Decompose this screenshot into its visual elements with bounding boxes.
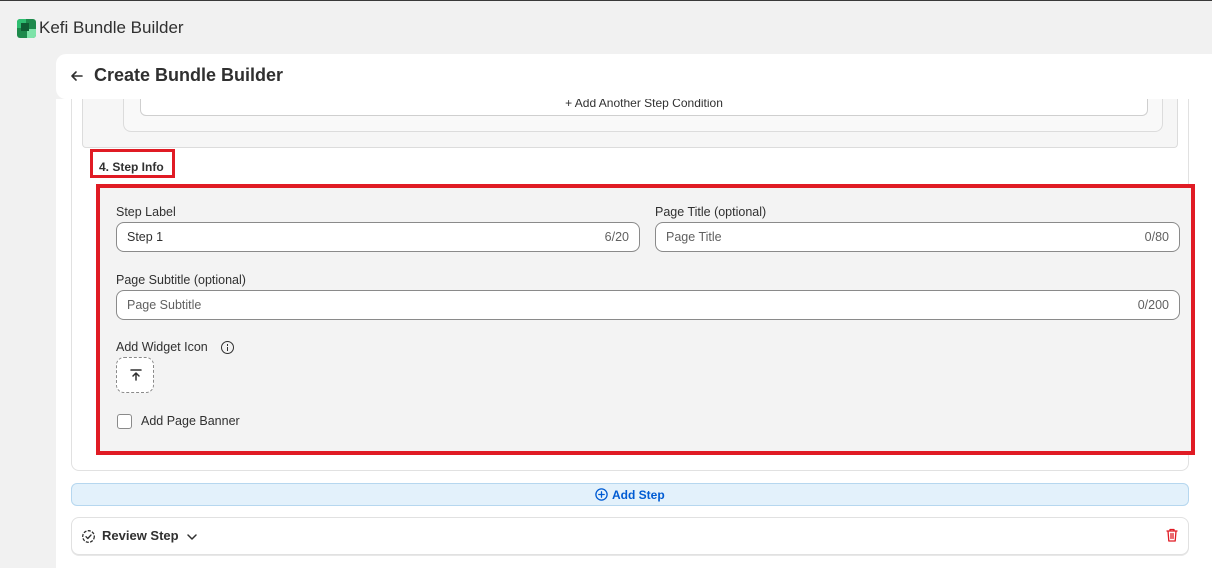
add-step-label: Add Step	[612, 488, 665, 502]
add-step-button[interactable]: Add Step	[71, 483, 1189, 506]
kefi-logo-icon	[17, 19, 36, 38]
page-header: Create Bundle Builder	[56, 54, 1212, 99]
step-info-heading: 4. Step Info	[99, 160, 164, 174]
main-content: + Add Another Step Condition 4. Step Inf…	[56, 99, 1212, 568]
page-title: Create Bundle Builder	[94, 65, 284, 85]
review-step-title: Review Step	[102, 528, 179, 543]
review-gear-icon	[81, 529, 96, 544]
step-info-highlight	[96, 184, 1195, 455]
review-step-card[interactable]: Review Step	[71, 517, 1189, 555]
step-conditions-panel: + Add Another Step Condition	[82, 99, 1178, 148]
add-step-condition-button[interactable]: + Add Another Step Condition	[140, 99, 1148, 116]
step-condition-group: + Add Another Step Condition	[123, 99, 1163, 132]
add-step-condition-label: + Add Another Step Condition	[565, 99, 723, 110]
app-top-bar: Kefi Bundle Builder	[0, 0, 1212, 54]
step-card: + Add Another Step Condition 4. Step Inf…	[71, 99, 1195, 471]
trash-icon[interactable]	[1165, 527, 1179, 543]
plus-circle-icon	[595, 488, 608, 501]
app-title: Kefi Bundle Builder	[39, 18, 184, 37]
chevron-down-icon[interactable]	[186, 530, 198, 542]
arrow-left-icon[interactable]	[70, 67, 84, 85]
